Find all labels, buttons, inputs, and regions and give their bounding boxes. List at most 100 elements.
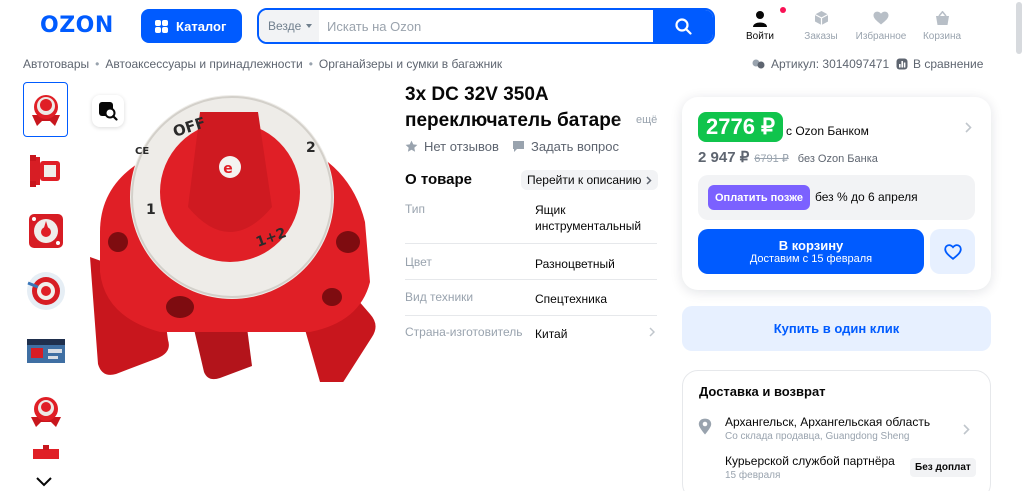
compare-label: В сравнение <box>913 57 984 71</box>
delivery-location[interactable]: Архангельск, Архангельская область Со ск… <box>725 415 930 442</box>
buy-one-click-button[interactable]: Купить в один клик <box>682 306 991 351</box>
ozon-bank-price: 2776 ₽ <box>698 112 784 142</box>
ozon-logo[interactable]: OZON <box>40 13 114 38</box>
spec-key: Цвет <box>405 255 432 269</box>
title-more-link[interactable]: ещё <box>636 114 657 126</box>
product-main-image[interactable]: e OFF CE 2 1 1+2 <box>80 82 380 382</box>
spec-row: Тип Ящик инструментальный <box>405 202 657 244</box>
spec-row: Вид техники Спецтехника <box>405 290 657 316</box>
spec-value: Разноцветный <box>535 257 615 271</box>
star-icon <box>405 140 418 152</box>
thumbnail[interactable] <box>23 384 68 439</box>
search-scope-select[interactable]: Везде <box>259 10 319 42</box>
add-to-cart-label: В корзину <box>778 238 844 253</box>
cart-icon <box>935 10 949 25</box>
ozon-bank-label: с Ozon Банком <box>786 124 869 138</box>
search-button[interactable] <box>653 10 713 42</box>
breadcrumb-item[interactable]: Автотовары <box>23 57 89 71</box>
catalog-button[interactable]: Каталог <box>141 9 242 43</box>
pay-later-block: Оплатить позже без % до 6 апреля <box>698 175 975 220</box>
grid-icon <box>155 19 168 33</box>
spec-row[interactable]: Страна-изготовитель Китай <box>405 325 657 345</box>
thumbnail-image <box>30 396 61 427</box>
location-pin-icon <box>698 418 712 435</box>
nav-cart[interactable]: Корзина <box>917 9 967 42</box>
spec-value: Ящик инструментальный <box>535 203 642 233</box>
nav-orders-label: Заказы <box>804 31 838 42</box>
search-scope-label: Везде <box>268 19 302 33</box>
add-to-cart-button[interactable]: В корзину Доставим с 15 февраля <box>698 229 924 274</box>
pay-later-button[interactable]: Оплатить позже <box>708 185 810 210</box>
ask-question-link[interactable]: Задать вопрос <box>512 139 619 154</box>
nav-login-label: Войти <box>746 31 774 42</box>
svg-text:1: 1 <box>146 202 156 218</box>
thumbnail[interactable] <box>23 445 68 475</box>
product-title-line: 3x DC 32V 350A <box>405 84 549 105</box>
compare-icon <box>896 58 908 70</box>
chevron-right-icon[interactable] <box>965 122 972 133</box>
delivery-courier-date: 15 февраля <box>725 470 781 481</box>
chevron-right-icon <box>646 175 652 185</box>
thumbnail-image <box>32 445 59 459</box>
user-icon <box>753 10 767 27</box>
thumbnail-image <box>28 213 63 248</box>
compare-button[interactable]: В сравнение <box>896 57 983 71</box>
thumbnail[interactable] <box>23 143 68 198</box>
zoom-lens-button[interactable] <box>92 95 124 127</box>
no-extra-fee-badge: Без доплат <box>910 458 976 477</box>
nav-login[interactable]: Войти <box>735 7 786 42</box>
thumbnail[interactable] <box>23 263 68 318</box>
thumbnail[interactable] <box>23 323 68 378</box>
search-icon <box>674 17 692 35</box>
thumbnails-scroll-down[interactable] <box>35 474 53 491</box>
product-page: OZON Каталог Везде Войти Заказы Избранно… <box>0 0 1024 491</box>
spec-row: Цвет Разноцветный <box>405 255 657 280</box>
page-scrollbar[interactable] <box>1016 2 1022 54</box>
box-icon <box>814 11 828 25</box>
chevron-right-icon <box>963 424 970 435</box>
nav-favorites-label: Избранное <box>855 31 907 42</box>
reviews-label: Нет отзывов <box>424 139 499 154</box>
share-icon <box>752 59 765 69</box>
delivery-courier-label: Курьерской службой партнёра <box>725 454 895 468</box>
pay-later-text: без % до 6 апреля <box>815 190 918 204</box>
price-card: 2776 ₽ с Ozon Банком 2 947 ₽ 6791 ₽ без … <box>682 97 991 290</box>
thumbnail[interactable] <box>23 203 68 258</box>
article-number[interactable]: Артикул: 3014097471 <box>752 57 889 71</box>
thumbnail-image <box>26 338 65 363</box>
thumbnail-image <box>26 271 65 310</box>
nav-cart-label: Корзина <box>922 31 962 42</box>
nav-orders[interactable]: Заказы <box>796 9 846 42</box>
reviews-link[interactable]: Нет отзывов <box>405 139 499 154</box>
delivery-date-label: Доставим с 15 февраля <box>749 253 873 265</box>
thumbnail-image <box>31 94 60 126</box>
spec-key: Вид техники <box>405 290 474 304</box>
catalog-label: Каталог <box>176 18 227 34</box>
spec-key: Тип <box>405 202 426 216</box>
delivery-location-label: Архангельск, Архангельская область <box>725 415 931 429</box>
breadcrumb-item[interactable]: Автоаксессуары и принадлежности <box>105 57 302 71</box>
svg-text:2: 2 <box>306 140 316 156</box>
breadcrumb-item[interactable]: Органайзеры и сумки в багажник <box>319 57 502 71</box>
delivery-title: Доставка и возврат <box>699 384 826 399</box>
delivery-warehouse-label: Со склада продавца, Guangdong Sheng <box>725 431 910 442</box>
breadcrumb: Автотовары • Автоаксессуары и принадлежн… <box>23 57 502 71</box>
add-to-favorites-button[interactable] <box>930 229 975 274</box>
go-to-description-button[interactable]: Перейти к описанию <box>521 170 659 190</box>
nav-favorites[interactable]: Избранное <box>856 9 906 42</box>
thumbnail-image <box>29 154 60 187</box>
spec-key: Страна-изготовитель <box>405 325 523 339</box>
heart-icon <box>873 11 889 25</box>
chevron-right-icon <box>649 327 655 337</box>
search-bar: Везде <box>257 8 715 44</box>
search-input[interactable] <box>319 10 653 42</box>
notification-dot <box>780 7 786 13</box>
regular-price: 2 947 ₽ <box>698 149 750 166</box>
product-title: 3x DC 32V 350A переключатель батаре <box>405 82 655 134</box>
spec-value: Китай <box>535 327 568 341</box>
svg-text:e: e <box>223 161 233 177</box>
regular-price-row: 2 947 ₽ 6791 ₽ без Ozon Банка <box>698 148 878 166</box>
ask-question-label: Задать вопрос <box>531 139 619 154</box>
regular-price-label: без Ozon Банка <box>797 153 878 165</box>
thumbnail[interactable] <box>23 82 68 137</box>
